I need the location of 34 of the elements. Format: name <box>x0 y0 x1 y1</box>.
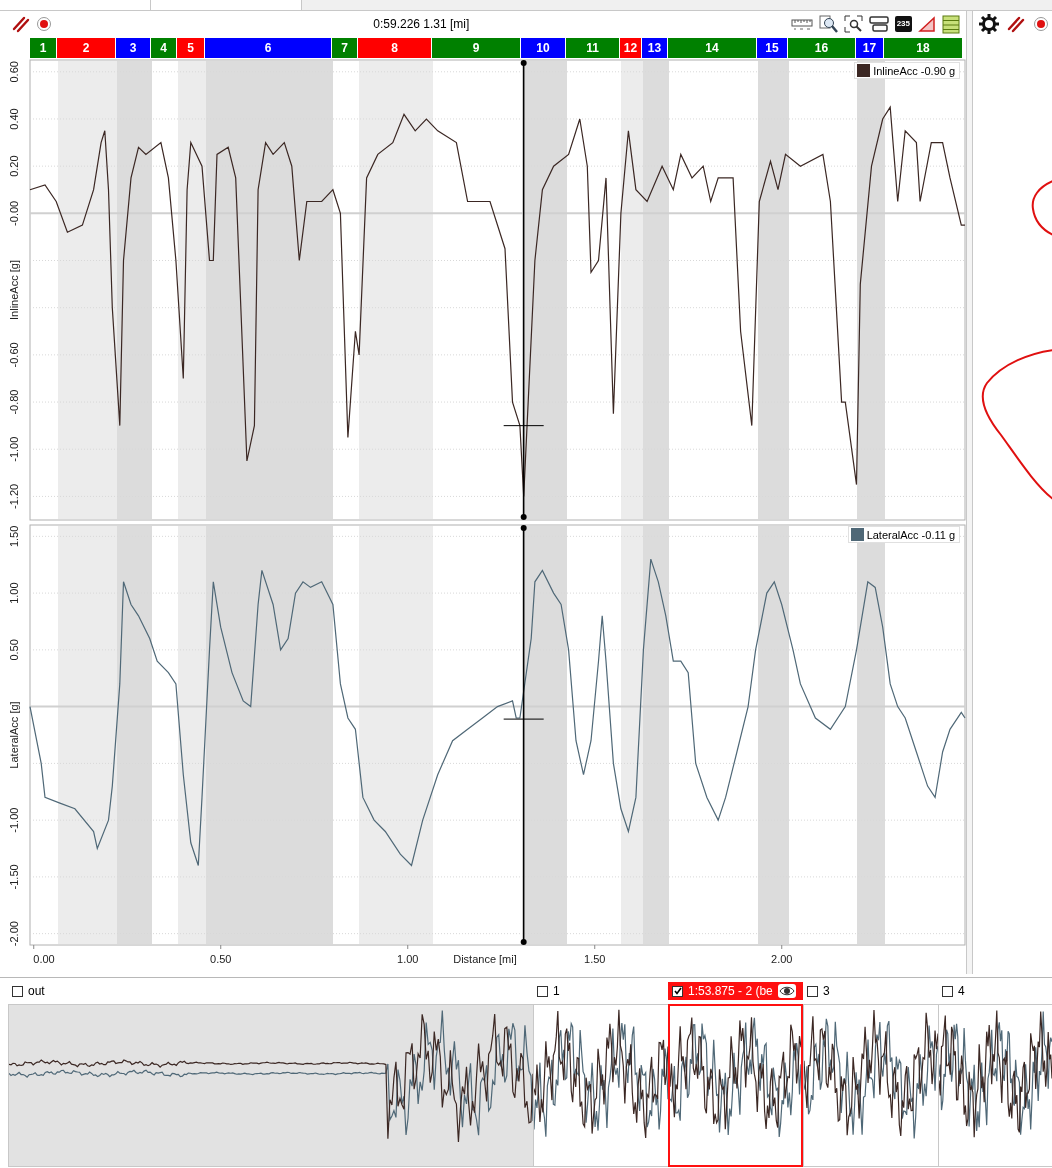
axis-label: 0.00 <box>33 953 55 965</box>
axis-label: 1.00 <box>397 953 419 965</box>
axis-title: LateralAcc [g] <box>8 701 20 769</box>
legend-name: LateralAcc <box>866 528 919 541</box>
axis-label: 0.40 <box>8 108 20 130</box>
axis-title: InlineAcc [g] <box>8 260 20 320</box>
cursor-readout: 0:59.226 1.31 [mi] <box>373 17 470 31</box>
axis-label: -1.00 <box>8 807 20 833</box>
legend-reading: -0.11 <box>921 528 946 541</box>
lap-label: 4 <box>958 984 965 998</box>
axis-label: 0.50 <box>8 639 20 661</box>
axis-label: 0.50 <box>210 953 232 965</box>
axis-title: Distance [mi] <box>453 953 517 965</box>
axis-label: 0.20 <box>8 155 20 177</box>
axis-label: 1.50 <box>584 953 606 965</box>
axis-label: 1.50 <box>8 525 20 548</box>
legend-name: InlineAcc <box>873 64 918 77</box>
axis-label: -0.80 <box>8 389 20 415</box>
axis-label: -2.00 <box>8 921 20 947</box>
axis-label: 2.00 <box>771 953 793 965</box>
lap-label: 1:53.875 - 2 (be <box>688 984 773 998</box>
lap-label: out <box>28 984 45 998</box>
legend-reading: -0.90 <box>920 64 946 77</box>
axis-label: -1.50 <box>8 864 20 890</box>
axis-label: 1.00 <box>8 582 20 604</box>
axis-label: -0.00 <box>8 200 20 226</box>
lap-label: 1 <box>553 984 560 998</box>
axis-label: -1.20 <box>8 483 20 509</box>
lap-label: 3 <box>823 984 830 998</box>
axis-label: 0.60 <box>8 61 20 83</box>
axis-label: -1.00 <box>8 436 20 462</box>
legend-unit: g <box>948 64 955 77</box>
legend-unit: g <box>948 528 955 541</box>
axis-label: -0.60 <box>8 342 20 368</box>
